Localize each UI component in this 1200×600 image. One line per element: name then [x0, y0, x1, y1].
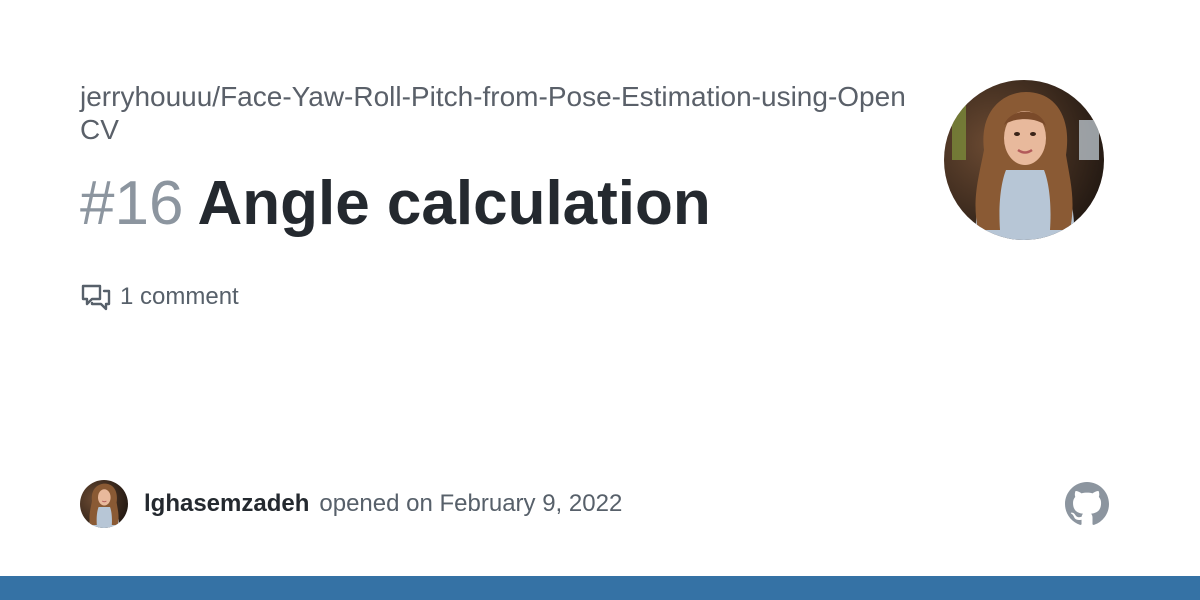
issue-heading: #16 Angle calculation [80, 168, 711, 240]
author-avatar[interactable] [80, 480, 128, 528]
opened-date: opened on February 9, 2022 [319, 490, 623, 517]
author-avatar-large [944, 80, 1104, 240]
issue-title: Angle calculation [197, 169, 711, 238]
issue-meta: lghasemzadeh opened on February 9, 2022 [80, 480, 622, 528]
issue-number: #16 [80, 169, 184, 238]
repo-name[interactable]: jerryhouuu/Face-Yaw-Roll-Pitch-from-Pose… [80, 80, 920, 146]
github-mark-icon[interactable] [1065, 482, 1109, 526]
comment-count[interactable]: 1 comment [80, 281, 239, 313]
author-username[interactable]: lghasemzadeh [144, 490, 309, 518]
comment-discussion-icon [80, 281, 112, 313]
comment-count-label: 1 comment [120, 283, 239, 310]
language-color-bar [0, 576, 1200, 600]
